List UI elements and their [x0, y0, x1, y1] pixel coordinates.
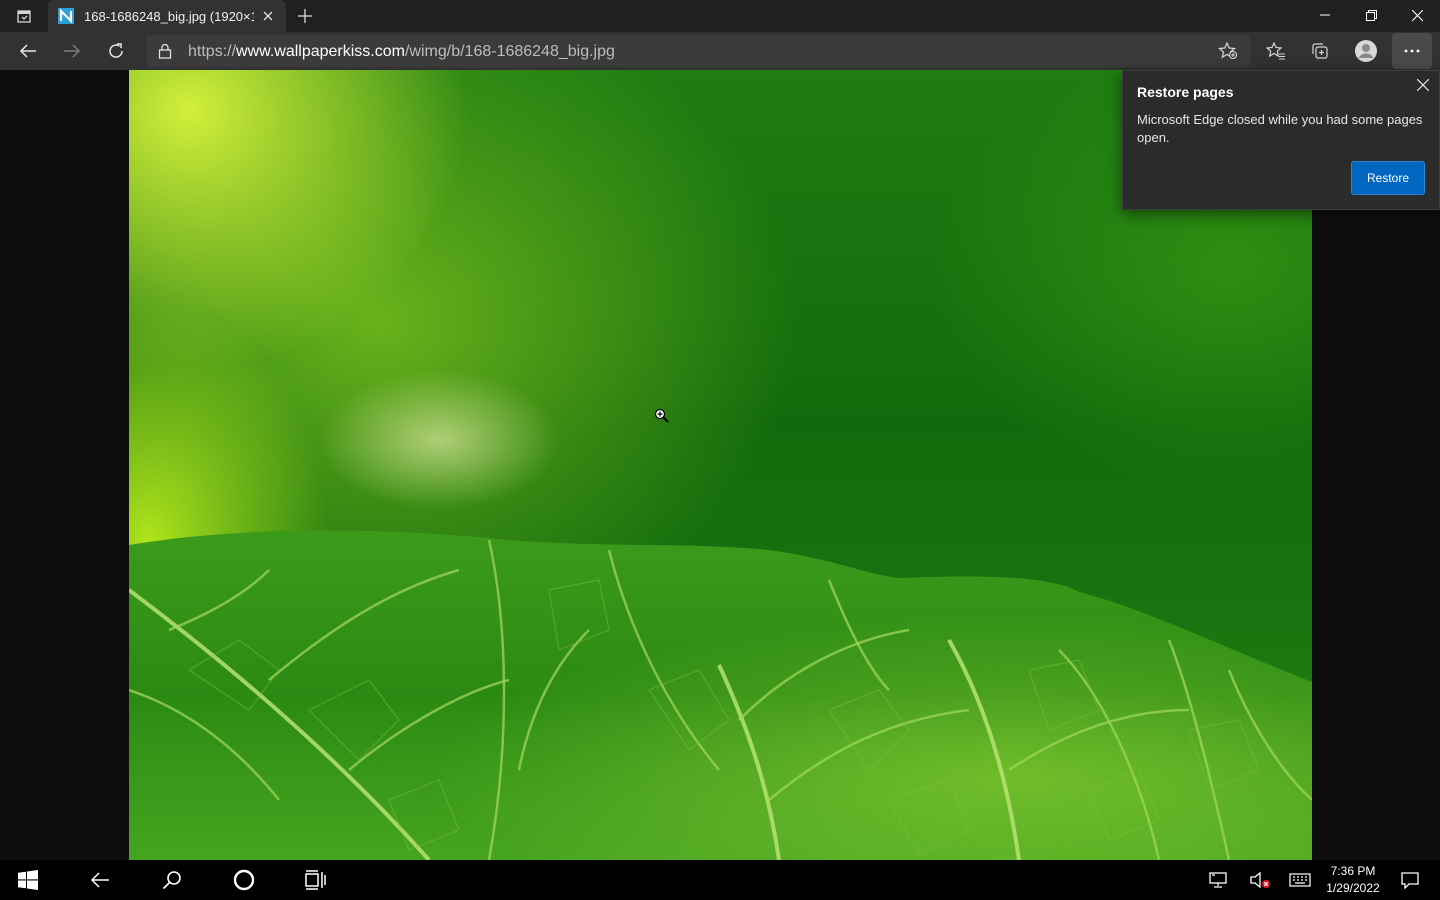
windows-start-icon[interactable] — [4, 860, 52, 900]
url-host: www.wallpaperkiss.com — [236, 43, 405, 60]
notification-icon[interactable] — [1388, 860, 1432, 900]
search-icon[interactable] — [148, 860, 196, 900]
back-arrow-icon[interactable] — [76, 860, 124, 900]
tab-title: 168-1686248_big.jpg (1920×1280) — [84, 8, 254, 24]
forward-arrow-icon[interactable] — [56, 35, 88, 67]
zoom-cursor-icon — [654, 408, 670, 429]
close-icon[interactable] — [258, 6, 278, 26]
lock-icon[interactable] — [158, 43, 172, 64]
volume-muted-icon[interactable] — [1238, 860, 1282, 900]
star-add-icon[interactable] — [1218, 41, 1238, 65]
collections-icon[interactable] — [1304, 35, 1336, 67]
task-view-icon[interactable] — [292, 860, 340, 900]
system-clock[interactable]: 7:36 PM 1/29/2022 — [1318, 863, 1388, 897]
keyboard-icon[interactable] — [1278, 860, 1322, 900]
restore-button[interactable]: Restore — [1351, 161, 1425, 195]
restore-pages-popup: Restore pages Microsoft Edge closed whil… — [1122, 70, 1440, 210]
more-icon[interactable] — [1392, 33, 1432, 69]
address-bar[interactable]: https://www.wallpaperkiss.com/wimg/b/168… — [146, 35, 1250, 67]
browser-toolbar: https://www.wallpaperkiss.com/wimg/b/168… — [0, 32, 1440, 70]
profile-icon[interactable] — [1350, 35, 1382, 67]
url-text[interactable]: https://www.wallpaperkiss.com/wimg/b/168… — [188, 43, 615, 61]
favorites-icon[interactable] — [1260, 35, 1292, 67]
tab-actions-icon[interactable] — [10, 6, 38, 26]
url-path: /wimg/b/168-1686248_big.jpg — [404, 43, 615, 60]
site-favicon — [58, 8, 74, 24]
close-icon[interactable] — [1413, 75, 1433, 95]
network-icon[interactable] — [1196, 860, 1240, 900]
title-bar: 168-1686248_big.jpg (1920×1280) — [0, 0, 1440, 32]
refresh-icon[interactable] — [100, 35, 132, 67]
plus-icon[interactable] — [294, 5, 316, 27]
url-scheme: https:// — [188, 43, 237, 60]
restore-window-icon[interactable] — [1348, 0, 1394, 30]
clock-time: 7:36 PM — [1330, 864, 1376, 878]
tab-active[interactable]: 168-1686248_big.jpg (1920×1280) — [48, 0, 286, 32]
taskbar: 7:36 PM 1/29/2022 — [0, 860, 1440, 900]
cortana-icon[interactable] — [220, 860, 268, 900]
minimize-icon[interactable] — [1302, 0, 1348, 30]
popup-title: Restore pages — [1137, 84, 1234, 100]
back-arrow-icon[interactable] — [12, 35, 44, 67]
close-window-icon[interactable] — [1394, 0, 1440, 30]
clock-date: 1/29/2022 — [1326, 881, 1380, 895]
popup-message: Microsoft Edge closed while you had some… — [1137, 112, 1423, 145]
